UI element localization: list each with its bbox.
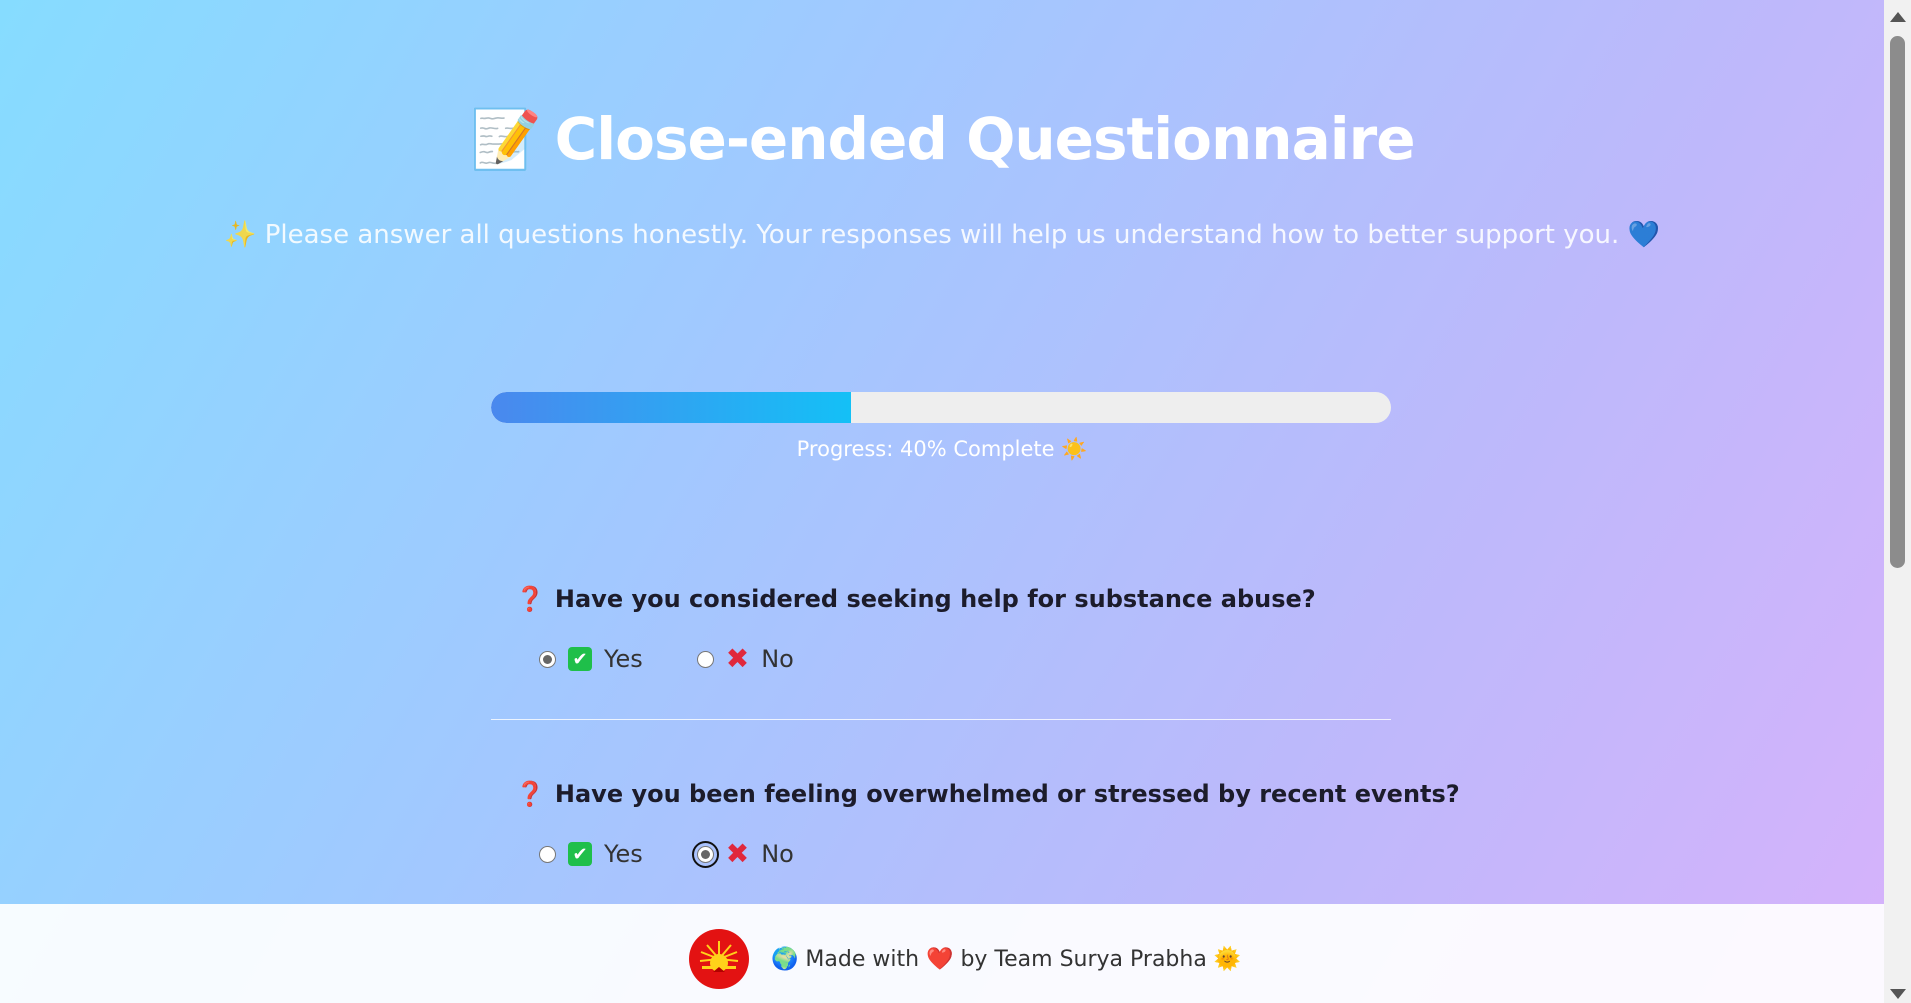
question-divider (491, 719, 1391, 720)
question-2-option-no[interactable]: ✖ No (691, 837, 794, 870)
page-title-text: Close-ended Questionnaire (554, 105, 1416, 173)
question-2-text: ❓ Have you been feeling overwhelmed or st… (515, 780, 1460, 808)
footer: 🌍 Made with ❤️ by Team Surya Prabha 🌞 (0, 904, 1884, 1003)
radio-no[interactable] (691, 840, 719, 868)
option-label-yes: Yes (604, 840, 643, 868)
question-1-text: ❓ Have you considered seeking help for su… (515, 585, 1316, 613)
sun-logo-icon (689, 929, 749, 989)
option-label-no: No (761, 645, 794, 673)
question-1-option-no[interactable]: ✖ No (696, 642, 794, 675)
option-label-yes: Yes (604, 645, 643, 673)
footer-content: 🌍 Made with ❤️ by Team Surya Prabha 🌞 (689, 929, 1241, 989)
cross-mark-icon: ✖ (725, 642, 750, 675)
question-1-option-yes[interactable]: ✔ Yes (539, 645, 643, 673)
sun-icon: 🌞 (1213, 946, 1242, 972)
memo-icon: 📝 (469, 105, 541, 173)
question-2-option-yes[interactable]: ✔ Yes (539, 840, 643, 868)
question-1-label: Have you considered seeking help for sub… (554, 585, 1316, 613)
footer-made-with: Made with (805, 946, 920, 972)
scrollbar-thumb[interactable] (1890, 36, 1905, 568)
globe-icon: 🌍 (771, 946, 799, 972)
heart-icon: ❤️ (926, 946, 954, 972)
option-label-no: No (761, 840, 794, 868)
page-title: 📝 Close-ended Questionnaire (0, 105, 1884, 174)
progress-label: Progress: 40% Complete ☀️ (796, 437, 1088, 461)
question-2-label: Have you been feeling overwhelmed or str… (554, 780, 1460, 808)
check-mark-icon: ✔ (568, 842, 592, 866)
radio-no[interactable] (696, 650, 714, 668)
scroll-down-arrow-icon[interactable] (1890, 989, 1906, 999)
vertical-scrollbar[interactable] (1884, 0, 1911, 1003)
radio-yes[interactable] (539, 845, 556, 863)
question-2-options: ✔ Yes ✖ No (539, 840, 794, 868)
footer-team: by Team Surya Prabha (960, 946, 1207, 972)
question-mark-icon: ❓ (515, 780, 545, 808)
question-mark-icon: ❓ (515, 585, 545, 613)
check-mark-icon: ✔ (568, 647, 592, 671)
page-subtitle: ✨ Please answer all questions honestly. … (224, 220, 1660, 250)
progress-bar (491, 392, 1391, 423)
sun-logo-graphic (699, 941, 739, 972)
scroll-up-arrow-icon[interactable] (1890, 12, 1906, 22)
question-1-options: ✔ Yes ✖ No (539, 645, 794, 673)
page-viewport: 📝 Close-ended Questionnaire ✨ Please answ… (0, 0, 1884, 1003)
footer-credit: 🌍 Made with ❤️ by Team Surya Prabha 🌞 (771, 947, 1241, 972)
progress-bar-fill (491, 392, 851, 423)
radio-yes[interactable] (539, 650, 556, 668)
cross-mark-icon: ✖ (725, 837, 750, 870)
